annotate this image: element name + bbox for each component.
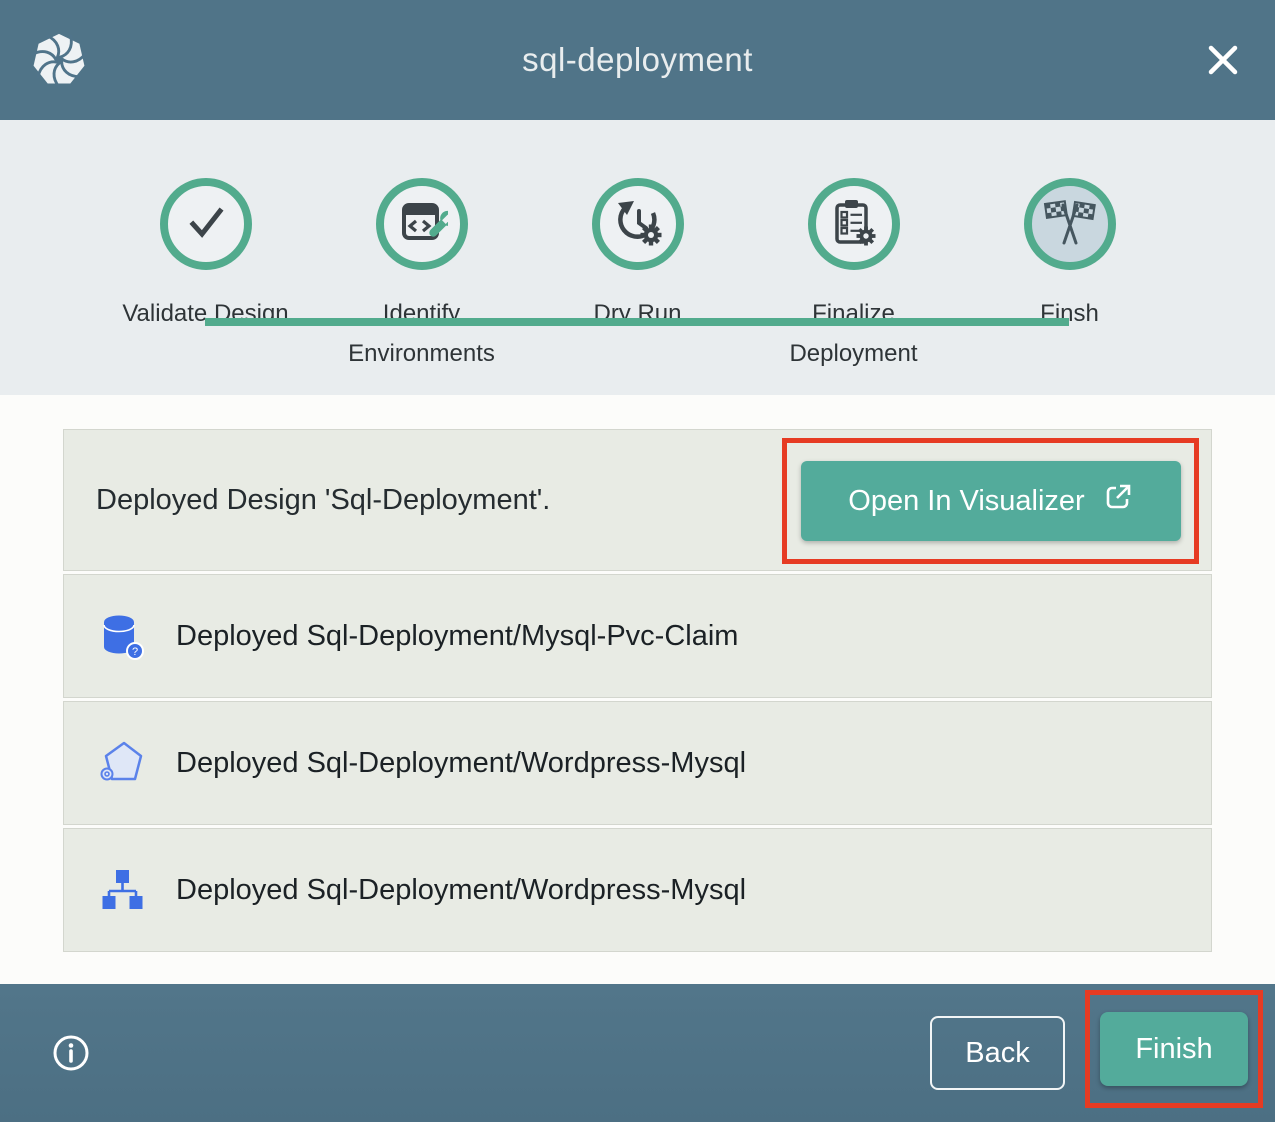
- code-window-wrench-icon: [396, 196, 448, 253]
- step-validate-design: Validate Design: [98, 178, 314, 373]
- dry-run-refresh-gear-icon: [612, 196, 664, 253]
- finish-button[interactable]: Finish: [1100, 1012, 1248, 1086]
- step-label: Dry Run: [593, 294, 681, 334]
- step-label: Identify Environments: [314, 294, 530, 373]
- stepper-connector-line: [205, 318, 1069, 326]
- deployment-stepper: Validate Design: [0, 120, 1275, 395]
- hierarchy-icon: [96, 864, 148, 916]
- sql-deployment-modal: sql-deployment Vali: [0, 0, 1275, 1122]
- annotation-box-finish: Finish: [1085, 990, 1263, 1108]
- step-circle-finalize: [808, 178, 900, 270]
- deployment-results: Deployed Design 'Sql-Deployment'. Open I…: [0, 395, 1275, 984]
- step-dry-run: Dry Run: [530, 178, 746, 373]
- deployed-resource-text: Deployed Sql-Deployment/Wordpress-Mysql: [176, 747, 746, 780]
- modal-header: sql-deployment: [0, 0, 1275, 120]
- step-circle-identify: [376, 178, 468, 270]
- modal-title: sql-deployment: [0, 41, 1275, 79]
- annotation-box-open-in-visualizer: Open In Visualizer: [782, 438, 1199, 564]
- check-icon: [181, 197, 231, 252]
- deployed-resource-text: Deployed Sql-Deployment/Wordpress-Mysql: [176, 874, 746, 907]
- deployed-resource-row: Deployed Sql-Deployment/Wordpress-Mysql: [63, 701, 1212, 825]
- deploy-message-row: Deployed Design 'Sql-Deployment'. Open I…: [63, 429, 1212, 571]
- clipboard-gear-icon: [828, 196, 880, 253]
- back-button[interactable]: Back: [930, 1016, 1065, 1090]
- open-in-visualizer-label: Open In Visualizer: [848, 485, 1084, 518]
- deployed-resource-row: Deployed Sql-Deployment/Wordpress-Mysql: [63, 828, 1212, 952]
- info-icon[interactable]: [50, 1032, 92, 1074]
- step-circle-finish: [1024, 178, 1116, 270]
- deploy-message: Deployed Design 'Sql-Deployment'.: [96, 484, 550, 517]
- step-label: Finsh: [1040, 294, 1099, 334]
- step-circle-dry-run: [592, 178, 684, 270]
- open-in-visualizer-button[interactable]: Open In Visualizer: [801, 461, 1181, 541]
- step-label: Finalize Deployment: [746, 294, 962, 373]
- step-label: Validate Design: [122, 294, 288, 334]
- deployed-resource-row: ? Deployed Sql-Deployment/Mysql-Pvc-Clai…: [63, 574, 1212, 698]
- close-icon[interactable]: [1201, 38, 1245, 82]
- checkered-flags-icon: [1042, 194, 1098, 255]
- pentagon-icon: [96, 737, 148, 789]
- deployed-resource-text: Deployed Sql-Deployment/Mysql-Pvc-Claim: [176, 620, 738, 653]
- step-finish: Finsh: [962, 178, 1178, 373]
- modal-footer: Back Finish: [0, 984, 1275, 1122]
- svg-text:?: ?: [132, 646, 138, 658]
- database-icon: ?: [96, 610, 148, 662]
- step-finalize-deployment: Finalize Deployment: [746, 178, 962, 373]
- external-link-icon: [1103, 482, 1133, 520]
- step-identify-environments: Identify Environments: [314, 178, 530, 373]
- step-circle-validate: [160, 178, 252, 270]
